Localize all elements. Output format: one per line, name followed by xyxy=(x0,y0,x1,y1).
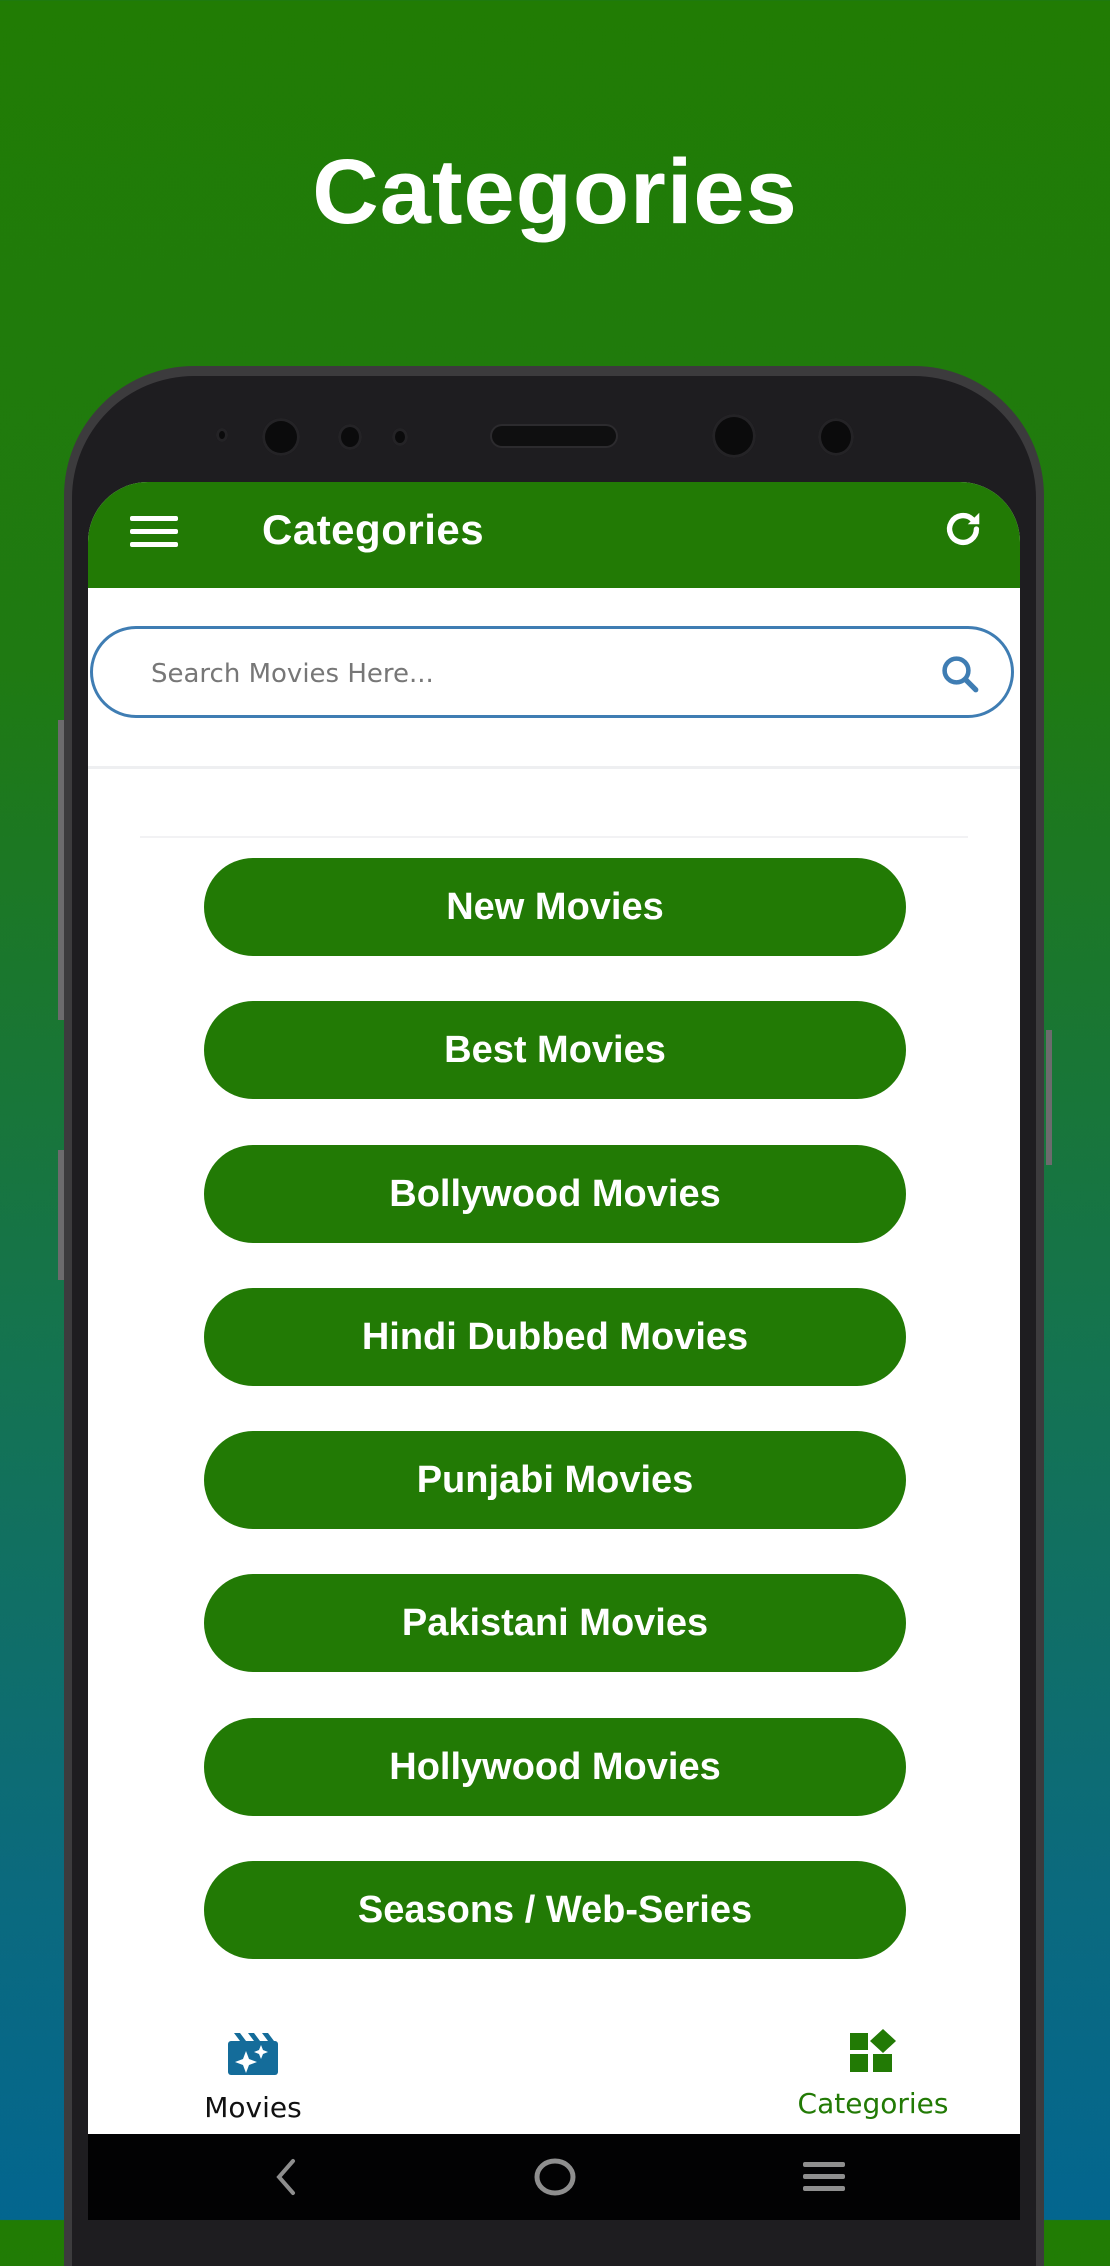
refresh-icon[interactable] xyxy=(940,506,986,552)
sensor-dot xyxy=(338,424,362,450)
recents-lines-icon[interactable] xyxy=(784,2134,864,2220)
appbar-title: Categories xyxy=(262,506,485,553)
categories-grid-icon xyxy=(848,2029,898,2073)
search-icon[interactable] xyxy=(939,653,981,695)
category-punjabi-movies-button[interactable]: Punjabi Movies xyxy=(204,1431,906,1529)
category-pakistani-movies-button[interactable]: Pakistani Movies xyxy=(204,1574,906,1672)
back-chevron-icon[interactable] xyxy=(246,2134,326,2220)
phone-side-button xyxy=(58,720,64,1020)
nav-tab-categories[interactable]: Categories xyxy=(778,1999,968,2134)
sensor-dot xyxy=(392,428,408,446)
promo-title: Categories xyxy=(312,141,798,243)
front-camera xyxy=(818,418,854,456)
hamburger-menu-icon[interactable] xyxy=(130,512,178,552)
category-list: New Movies Best Movies Bollywood Movies … xyxy=(88,769,1020,1999)
phone-side-button xyxy=(58,1150,64,1280)
app-bar: Categories xyxy=(88,482,1020,588)
search-bar xyxy=(90,626,1014,718)
app-screen: Categories New Movies Best Movies Bollyw… xyxy=(88,482,1020,2134)
category-web-series-button[interactable]: Seasons / Web-Series xyxy=(204,1861,906,1959)
earpiece-speaker xyxy=(492,426,616,446)
category-best-movies-button[interactable]: Best Movies xyxy=(204,1001,906,1099)
nav-tab-movies[interactable]: Movies xyxy=(168,1999,338,2134)
nav-label-categories: Categories xyxy=(797,2087,949,2120)
system-navigation-bar xyxy=(88,2134,1020,2220)
nav-label-movies: Movies xyxy=(204,2091,302,2124)
home-circle-icon[interactable] xyxy=(515,2134,595,2220)
sensor-dot xyxy=(216,428,228,442)
divider xyxy=(140,836,968,838)
category-hindi-dubbed-movies-button[interactable]: Hindi Dubbed Movies xyxy=(204,1288,906,1386)
category-bollywood-movies-button[interactable]: Bollywood Movies xyxy=(204,1145,906,1243)
front-camera xyxy=(262,418,300,456)
category-hollywood-movies-button[interactable]: Hollywood Movies xyxy=(204,1718,906,1816)
front-camera xyxy=(712,414,756,458)
search-input[interactable] xyxy=(149,651,913,697)
category-new-movies-button[interactable]: New Movies xyxy=(204,858,906,956)
movie-clapperboard-icon xyxy=(226,2033,280,2075)
bottom-navigation: Movies Categories xyxy=(88,1999,1020,2134)
search-section xyxy=(88,588,1020,769)
phone-side-button xyxy=(1046,1030,1052,1165)
